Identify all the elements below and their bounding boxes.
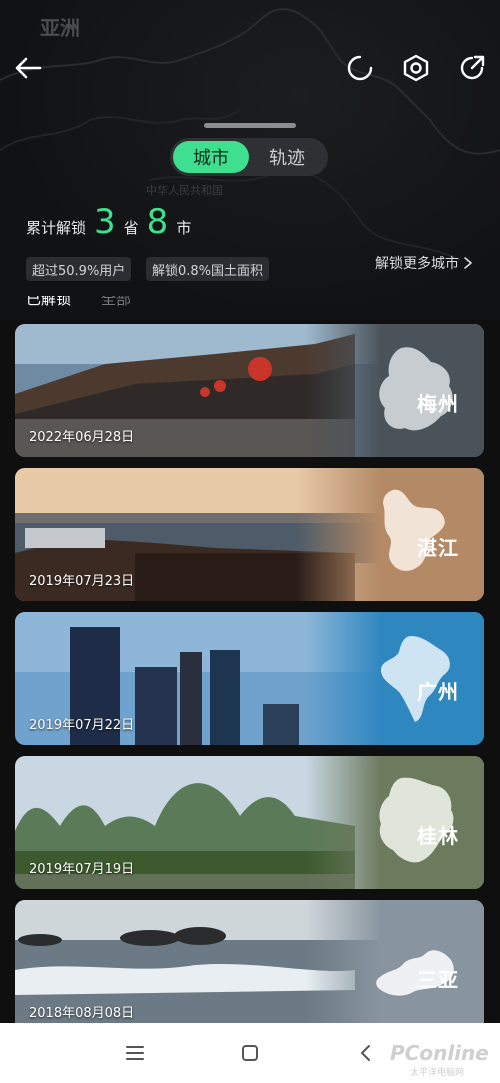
watermark-subtitle: 太平洋电脑网	[410, 1068, 465, 1078]
city-card-guangzhou[interactable]: 广州 2019年07月22日	[15, 612, 484, 745]
mode-segmented-control: 城市 轨迹	[170, 138, 328, 176]
tab-all[interactable]: 全部	[101, 296, 131, 308]
settings-button[interactable]	[400, 52, 432, 84]
city-name: 三亚	[417, 968, 459, 992]
chevron-left-icon	[361, 1045, 370, 1061]
share-button[interactable]	[456, 52, 488, 84]
refresh-icon	[347, 55, 373, 81]
area-badge: 解锁0.8%国土面积	[146, 257, 270, 281]
watermark-logo: PConline	[390, 1041, 489, 1065]
nav-back-button[interactable]	[353, 1041, 377, 1065]
tab-city[interactable]: 城市	[173, 141, 249, 173]
city-name: 广州	[417, 680, 459, 704]
chevron-right-icon	[464, 257, 472, 269]
unlock-date: 2018年08月08日	[29, 1006, 135, 1021]
city-card-meizhou[interactable]: 梅州 2022年06月28日	[15, 324, 484, 457]
system-navigation-bar: PConline 太平洋电脑网	[0, 1023, 500, 1083]
square-home-icon	[242, 1045, 258, 1061]
unlock-more-cities-link[interactable]: 解锁更多城市	[375, 253, 473, 273]
unlock-date: 2019年07月22日	[29, 718, 135, 733]
back-button[interactable]	[12, 52, 44, 84]
city-unit: 市	[176, 219, 192, 237]
stats-prefix: 累计解锁	[26, 219, 87, 237]
city-card-list: 梅州 2022年06月28日 湛江 2019年07月23日 广州 2019年07…	[15, 324, 484, 1044]
nav-home-button[interactable]	[238, 1041, 262, 1065]
unlock-date: 2019年07月19日	[29, 862, 135, 877]
unlock-date: 2022年06月28日	[29, 430, 135, 445]
unlock-more-label: 解锁更多城市	[375, 256, 459, 272]
map-region-label: 亚洲	[40, 16, 80, 40]
tab-trajectory[interactable]: 轨迹	[249, 141, 325, 173]
sheet-drag-handle[interactable]	[204, 123, 296, 128]
map-country-label: 中华人民共和国	[146, 184, 223, 197]
unlock-stats: 累计解锁 3 省 8 市	[26, 205, 191, 239]
share-icon	[460, 55, 485, 80]
city-count: 8	[146, 202, 169, 242]
arrow-left-icon	[15, 57, 42, 79]
province-count: 3	[94, 202, 116, 242]
list-filter-tabs: 已解锁 全部	[26, 296, 131, 312]
nav-menu-button[interactable]	[123, 1041, 147, 1065]
city-card-zhanjiang[interactable]: 湛江 2019年07月23日	[15, 468, 484, 601]
city-card-guilin[interactable]: 桂林 2019年07月19日	[15, 756, 484, 889]
hexagon-settings-icon	[403, 54, 429, 82]
refresh-button[interactable]	[344, 52, 376, 84]
province-unit: 省	[123, 219, 139, 237]
tab-unlocked[interactable]: 已解锁	[26, 296, 71, 308]
city-card-sanya[interactable]: 三亚 2018年08月08日	[15, 900, 484, 1033]
city-name: 桂林	[417, 824, 459, 848]
menu-icon	[126, 1046, 144, 1060]
city-name: 梅州	[417, 392, 459, 416]
percentile-badge: 超过50.9%用户	[26, 257, 132, 281]
city-name: 湛江	[417, 536, 459, 560]
unlock-date: 2019年07月23日	[29, 574, 135, 589]
